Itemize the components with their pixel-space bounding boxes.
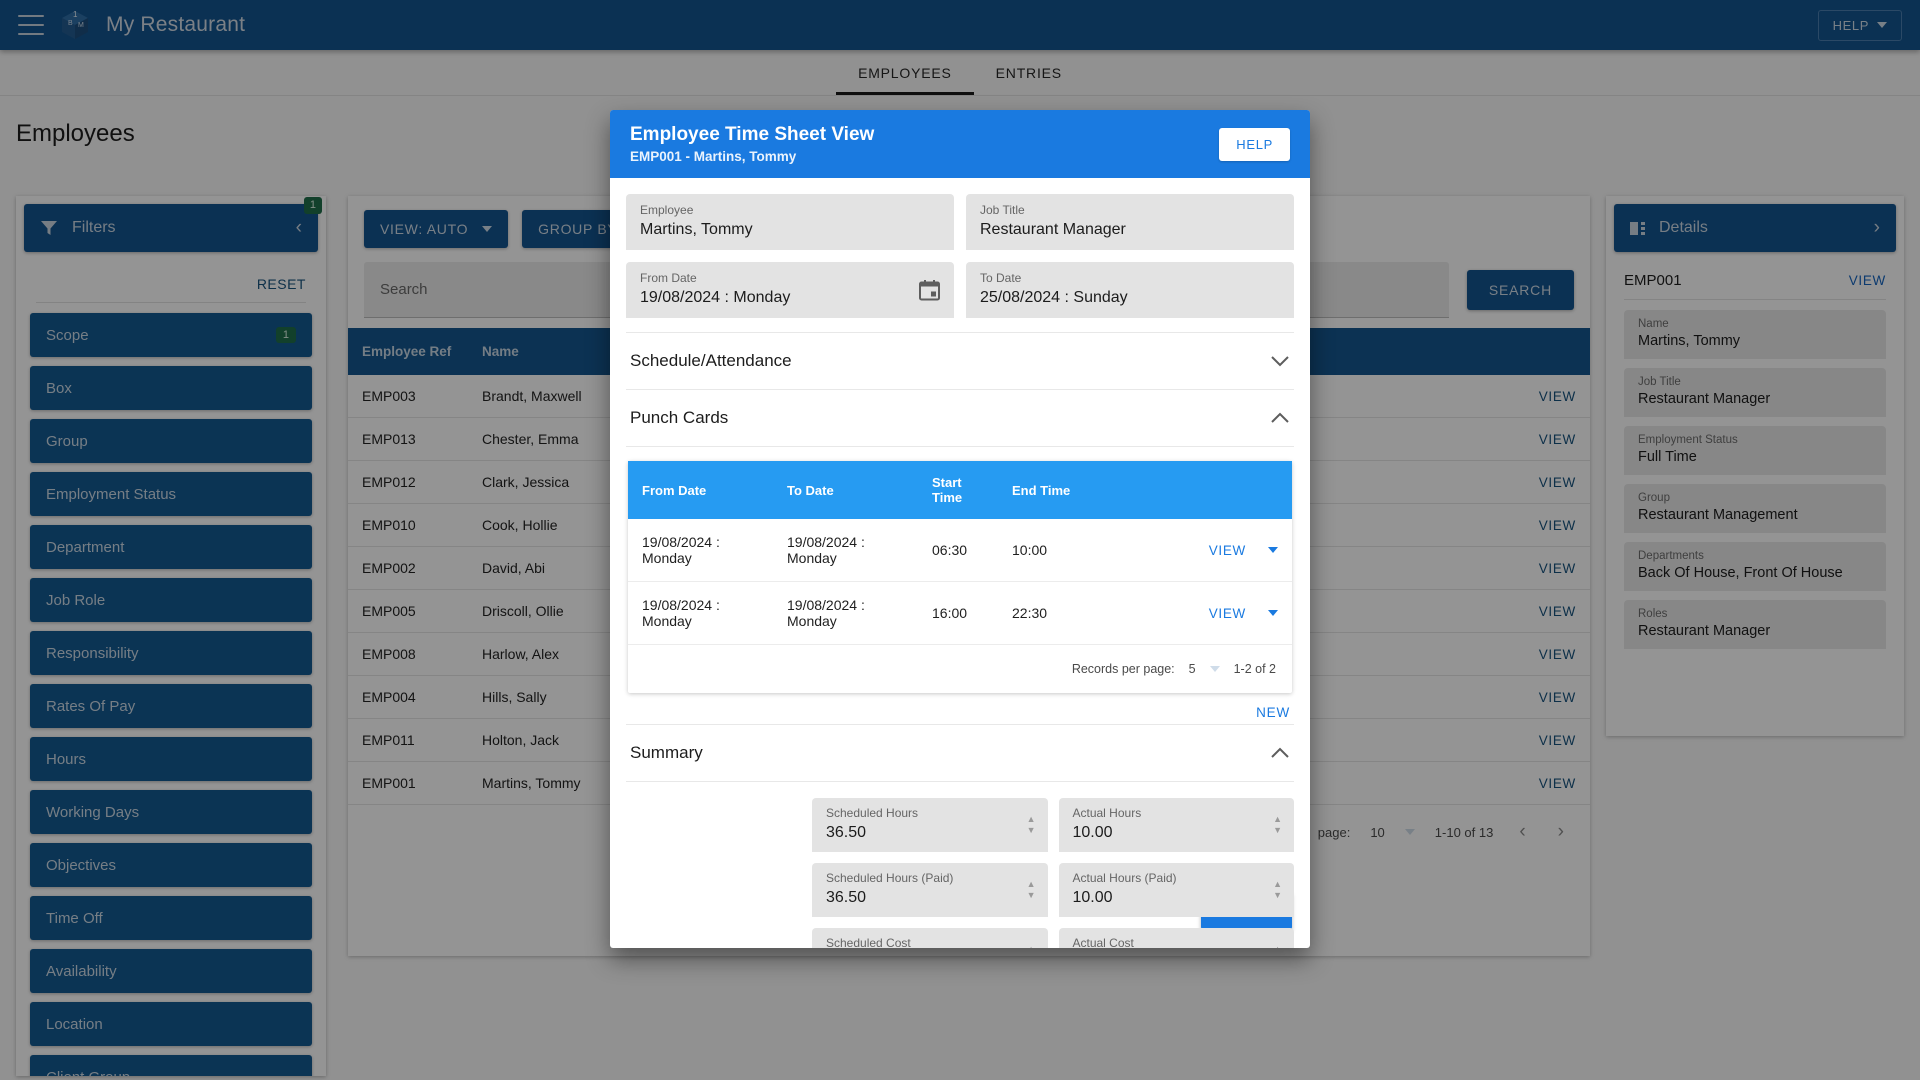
summary-field-value: 36.50 [826, 889, 867, 906]
screen-root: B M 1 My Restaurant HELP EMPLOYEES ENTRI… [0, 0, 1920, 1080]
new-punch-card-button[interactable]: NEW [1256, 705, 1290, 720]
employee-time-sheet-dialog: Employee Time Sheet View EMP001 - Martin… [610, 110, 1310, 948]
pc-page-range: 1-2 of 2 [1233, 662, 1276, 676]
pc-from-date-cell: 19/08/2024 : Monday [628, 581, 773, 645]
punch-cards-title: Punch Cards [630, 408, 729, 427]
punch-cards-new-row: NEW [626, 693, 1294, 724]
punch-card-view-button[interactable]: VIEW [1209, 543, 1246, 558]
punch-cards-table: From Date To Date Start Time End Time 19… [628, 461, 1292, 645]
punch-cards-section-header[interactable]: Punch Cards [626, 390, 1294, 447]
chevron-down-icon[interactable] [1268, 547, 1278, 553]
job-title-field[interactable]: Job Title Restaurant Manager [966, 194, 1294, 250]
dialog-help-button[interactable]: HELP [1219, 127, 1290, 161]
punch-cards-table-header: From Date To Date Start Time End Time [628, 461, 1292, 519]
pc-start-time-cell: 16:00 [918, 581, 998, 645]
pc-end-time-cell: 10:00 [998, 519, 1088, 582]
summary-field[interactable]: Scheduled Cost547.50▲▼ [812, 928, 1048, 948]
employee-field-label: Employee [640, 203, 694, 217]
stepper-icon[interactable]: ▲▼ [1273, 880, 1282, 900]
chevron-down-icon[interactable] [1209, 666, 1220, 672]
punch-cards-card: From Date To Date Start Time End Time 19… [628, 461, 1292, 693]
dialog-header: Employee Time Sheet View EMP001 - Martin… [610, 110, 1310, 178]
chevron-up-icon [1270, 747, 1290, 759]
summary-title: Summary [630, 743, 703, 762]
punch-cards-header-row: From Date To Date Start Time End Time [628, 461, 1292, 519]
schedule-attendance-title: Schedule/Attendance [630, 351, 792, 370]
stepper-icon[interactable]: ▲▼ [1273, 945, 1282, 949]
punch-cards-table-body: 19/08/2024 : Monday 19/08/2024 : Monday 06… [628, 519, 1292, 645]
summary-field-label: Actual Cost [1072, 936, 1134, 948]
summary-field-label: Actual Hours (Paid) [1072, 871, 1177, 885]
punch-card-row[interactable]: 19/08/2024 : Monday 19/08/2024 : Monday 06… [628, 519, 1292, 582]
summary-field[interactable]: Actual Cost150.00▲▼ [1058, 928, 1294, 949]
summary-field-label: Scheduled Hours (Paid) [826, 871, 954, 885]
schedule-attendance-section-header[interactable]: Schedule/Attendance [626, 332, 1294, 390]
calendar-icon[interactable] [919, 280, 940, 301]
stepper-icon[interactable]: ▲▼ [1027, 945, 1036, 949]
summary-field[interactable]: Scheduled Hours 36.50 ▲ ▼ [812, 798, 1048, 852]
pc-col-from-date[interactable]: From Date [628, 461, 773, 519]
pc-records-per-page-label: Records per page: [1071, 662, 1175, 676]
punch-cards-pagination: Records per page: 5 1-2 of 2 [628, 645, 1292, 693]
pc-col-start-time[interactable]: Start Time [918, 461, 998, 519]
summary-field-value: 10.00 [1072, 889, 1113, 906]
pc-end-time-cell: 22:30 [998, 581, 1088, 645]
summary-field-label: Scheduled Cost [826, 936, 911, 948]
summary-field-label: Scheduled Hours [826, 806, 919, 820]
dialog-title: Employee Time Sheet View [630, 124, 875, 145]
chevron-down-icon [1270, 355, 1290, 367]
summary-section-header[interactable]: Summary [626, 724, 1294, 782]
pc-to-date-cell: 19/08/2024 : Monday [773, 519, 918, 582]
dialog-field-grid: Employee Martins, Tommy Job Title Restau… [626, 194, 1294, 318]
chevron-down-icon[interactable] [1268, 610, 1278, 616]
job-title-field-value: Restaurant Manager [980, 221, 1126, 238]
stepper-icon[interactable]: ▲▼ [1027, 815, 1036, 835]
pc-records-per-page-value[interactable]: 5 [1189, 662, 1196, 676]
employee-field-value: Martins, Tommy [640, 221, 753, 238]
dialog-body: Employee Martins, Tommy Job Title Restau… [610, 178, 1310, 948]
summary-field-value: 36.50 [826, 824, 867, 841]
pc-from-date-cell: 19/08/2024 : Monday [628, 519, 773, 582]
pc-col-end-time[interactable]: End Time [998, 461, 1088, 519]
to-date-field[interactable]: To Date 25/08/2024 : Sunday [966, 262, 1294, 318]
summary-field[interactable]: Actual Hours 10.00 ▲ ▼ [1058, 798, 1294, 852]
chevron-up-icon [1270, 412, 1290, 424]
to-date-field-value: 25/08/2024 : Sunday [980, 289, 1128, 306]
pc-action-cell: VIEW [1088, 519, 1292, 582]
summary-field[interactable]: Actual Hours (Paid) 10.00 ▲ ▼ [1058, 863, 1294, 917]
pc-to-date-cell: 19/08/2024 : Monday [773, 581, 918, 645]
to-date-field-label: To Date [980, 271, 1022, 285]
from-date-field-label: From Date [640, 271, 697, 285]
stepper-icon[interactable]: ▲▼ [1273, 815, 1282, 835]
dialog-subtitle: EMP001 - Martins, Tommy [630, 149, 797, 164]
summary-field-label: Actual Hours [1072, 806, 1142, 820]
from-date-field[interactable]: From Date 19/08/2024 : Monday [626, 262, 954, 318]
summary-field[interactable]: Scheduled Hours (Paid) 36.50 ▲ ▼ [812, 863, 1048, 917]
pc-col-actions [1088, 461, 1292, 519]
from-date-field-value: 19/08/2024 : Monday [640, 289, 791, 306]
summary-field-value: 10.00 [1072, 824, 1113, 841]
stepper-icon[interactable]: ▲▼ [1027, 880, 1036, 900]
pc-col-to-date[interactable]: To Date [773, 461, 918, 519]
pc-start-time-cell: 06:30 [918, 519, 998, 582]
pc-action-cell: VIEW [1088, 581, 1292, 645]
punch-cards-table-wrapper: From Date To Date Start Time End Time 19… [626, 447, 1294, 693]
job-title-field-label: Job Title [980, 203, 1025, 217]
employee-field[interactable]: Employee Martins, Tommy [626, 194, 954, 250]
punch-card-row[interactable]: 19/08/2024 : Monday 19/08/2024 : Monday 16… [628, 581, 1292, 645]
punch-card-view-button[interactable]: VIEW [1209, 606, 1246, 621]
